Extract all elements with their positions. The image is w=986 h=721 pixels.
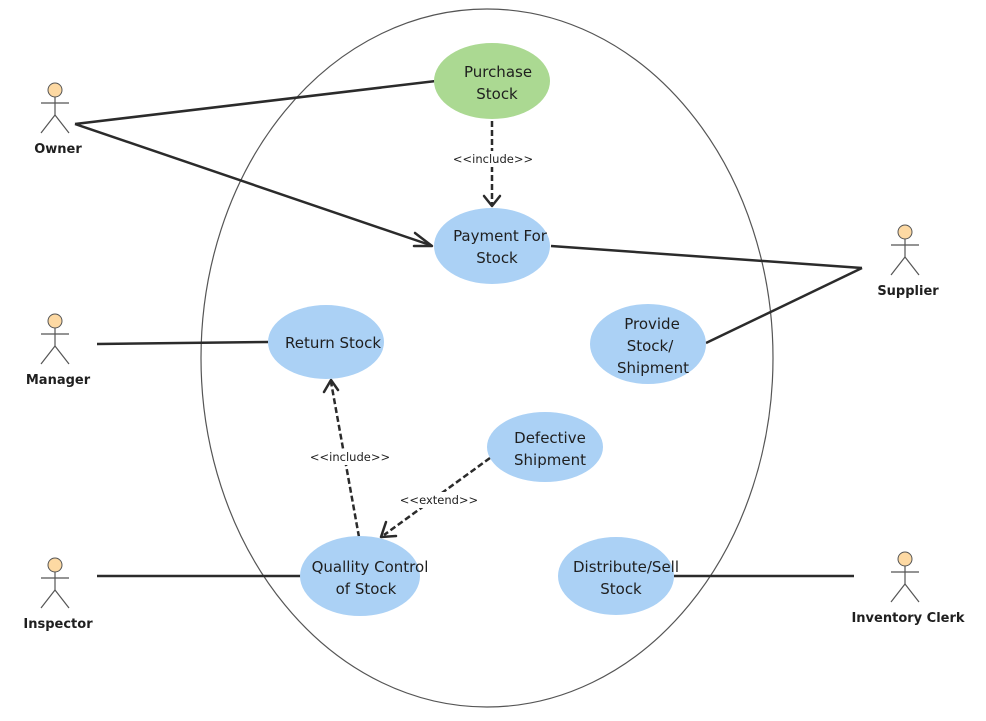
actor-icon — [890, 224, 920, 276]
actor-label: Owner — [34, 142, 82, 157]
actor-label: Inspector — [23, 617, 93, 632]
use-case-return-stock[interactable]: Return Stock — [268, 305, 384, 379]
assoc-provide-stock-supplier — [705, 266, 863, 345]
use-case-label: Stock — [476, 85, 518, 103]
assoc-manager-return-stock — [96, 340, 269, 346]
actor-inventory-clerk[interactable]: Inventory Clerk — [851, 551, 965, 626]
use-case-provide-stock-shipment[interactable]: Provide Stock/ Shipment — [590, 304, 706, 384]
assoc-payment-supplier — [550, 244, 863, 270]
use-case-label: Return Stock — [285, 334, 381, 352]
use-case-shape — [434, 43, 550, 119]
use-case-label: Shipment — [617, 359, 689, 377]
use-case-payment-for-stock[interactable]: Payment For Stock — [434, 208, 550, 284]
assoc-owner-purchase-stock — [74, 79, 437, 126]
actor-label: Inventory Clerk — [851, 611, 964, 626]
use-case-label: of Stock — [336, 580, 397, 598]
use-case-label: Stock — [476, 249, 518, 267]
use-case-label: Stock — [600, 580, 642, 598]
actor-icon — [40, 82, 70, 134]
use-case-shape — [434, 208, 550, 284]
actor-manager[interactable]: Manager — [26, 313, 91, 388]
include-label-2: <<include>> — [310, 450, 390, 464]
actor-supplier[interactable]: Supplier — [877, 224, 939, 299]
use-case-shape — [558, 537, 674, 615]
use-case-label: Quallity Control — [312, 558, 429, 576]
use-case-label: Shipment — [514, 451, 586, 469]
use-case-label: Distribute/Sell — [573, 558, 679, 576]
use-case-diagram: <<include>> <<include>> <<extend>> Purch… — [23, 8, 965, 708]
use-case-label: Stock/ — [627, 337, 675, 355]
use-case-label: Defective — [514, 429, 586, 447]
use-case-defective-shipment[interactable]: Defective Shipment — [487, 412, 603, 482]
actor-label: Manager — [26, 373, 91, 388]
use-case-purchase-stock[interactable]: Purchase Stock — [434, 43, 550, 119]
extend-label: <<extend>> — [400, 493, 478, 507]
assoc-owner-payment-for-stock — [74, 122, 431, 247]
use-case-label: Provide — [624, 315, 680, 333]
use-case-shape — [300, 536, 420, 616]
actor-label: Supplier — [877, 284, 939, 299]
actor-icon — [890, 551, 920, 603]
actor-icon — [40, 557, 70, 609]
include-label-1: <<include>> — [453, 152, 533, 166]
actor-inspector[interactable]: Inspector — [23, 557, 93, 632]
arrowhead-extend-quality — [379, 520, 398, 539]
actor-owner[interactable]: Owner — [34, 82, 82, 157]
use-case-quality-control[interactable]: Quallity Control of Stock — [300, 536, 428, 616]
actor-icon — [40, 313, 70, 365]
use-case-shape — [487, 412, 603, 482]
use-case-label: Payment For — [453, 227, 548, 245]
use-case-label: Purchase — [464, 63, 532, 81]
use-case-distribute-sell-stock[interactable]: Distribute/Sell Stock — [558, 537, 679, 615]
